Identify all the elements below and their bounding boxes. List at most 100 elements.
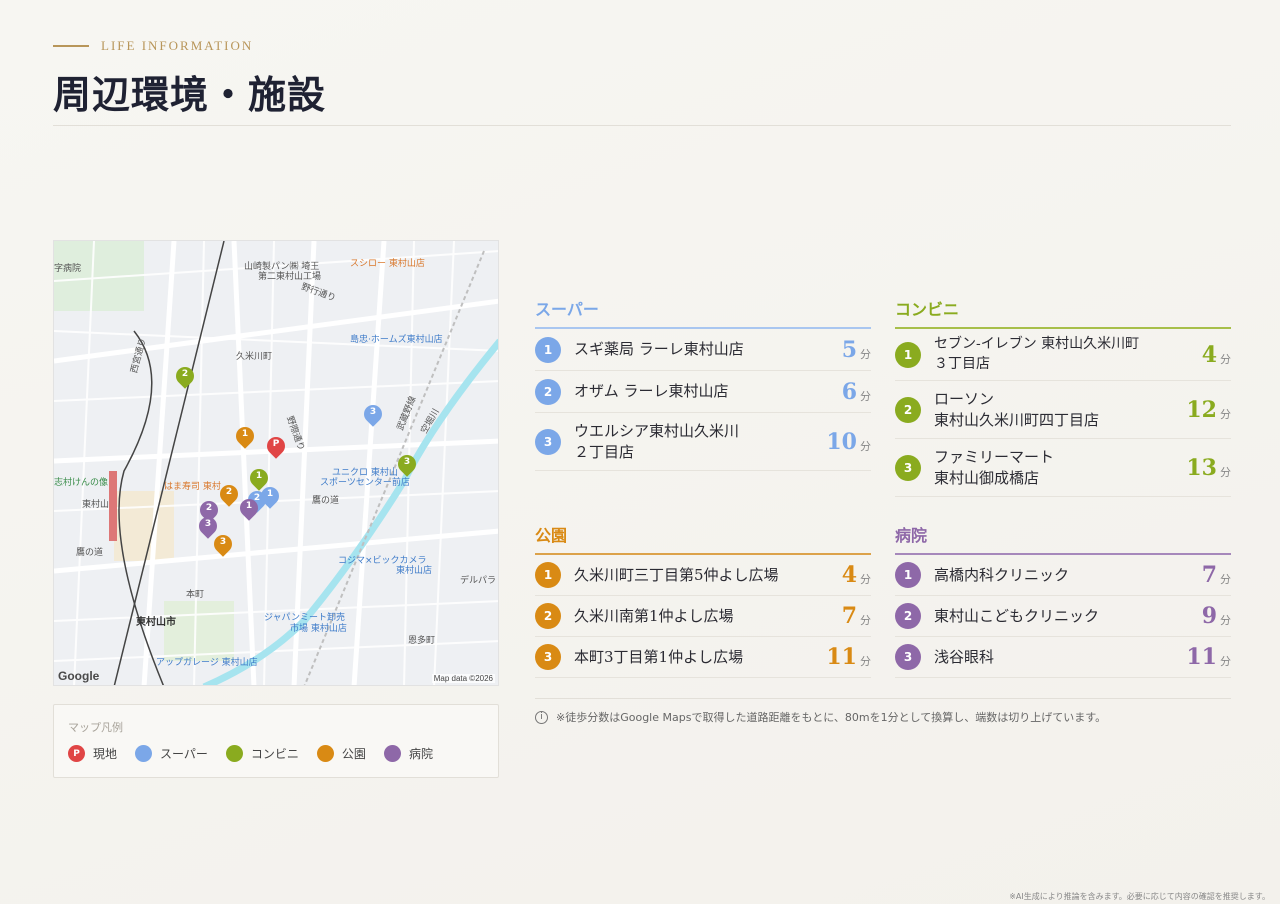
eyebrow-line	[53, 45, 89, 47]
list-item: 2 久米川南第1仲よし広場 7分	[535, 596, 871, 637]
legend-item-current: P 現地	[68, 745, 117, 762]
minutes-unit: 分	[860, 439, 871, 453]
map-pin-super-3[interactable]: 3	[360, 401, 386, 429]
map-label: はま寿司 東村	[164, 482, 221, 492]
legend-label: 現地	[93, 747, 118, 761]
pin-number: 1	[245, 501, 253, 511]
rank-badge: 2	[895, 603, 921, 629]
map-label: スポーツセンター前店	[320, 478, 410, 488]
google-logo: Google	[58, 669, 100, 683]
legend-dot	[135, 745, 153, 762]
list-item: 2 東村山こどもクリニック 9分	[895, 596, 1231, 637]
legend-item-super: スーパー	[135, 745, 208, 762]
rank-badge: 3	[895, 644, 921, 670]
page-title: 周辺環境・施設	[53, 72, 327, 117]
category-title: スーパー	[535, 296, 871, 329]
map-label: アップガレージ 東村山店	[156, 658, 258, 668]
facility-name: 久米川南第1仲よし広場	[574, 606, 734, 625]
legend-dot	[383, 745, 401, 762]
walk-minutes: 5	[841, 336, 857, 363]
minutes-unit: 分	[860, 389, 871, 403]
category-convenience: コンビニ 1 セブン-イレブン 東村山久米川町 ３丁目店 4分 2 ローソン 東…	[895, 296, 1231, 497]
map-pin-current[interactable]: P	[263, 433, 289, 461]
facility-name: スギ薬局 ラーレ東村山店	[574, 340, 744, 358]
pin-number: 2	[181, 369, 189, 379]
facility-name: 東村山こどもクリニック	[934, 606, 1100, 625]
map-label: ジャパンミート卸売	[264, 613, 346, 623]
pin-number: 1	[241, 429, 249, 439]
minutes-unit: 分	[860, 614, 871, 627]
pin-number: 2	[205, 503, 213, 513]
rank-badge: 1	[535, 336, 561, 363]
walk-minutes: 7	[841, 603, 857, 629]
pin-number: 2	[225, 487, 233, 497]
legend-label: 病院	[408, 747, 433, 761]
legend-label: コンビニ	[250, 747, 299, 761]
eyebrow-text: LIFE INFORMATION	[101, 38, 254, 53]
walk-minutes: 7	[1201, 562, 1217, 588]
map-pin-hospital-3[interactable]: 3	[195, 513, 221, 541]
rank-badge: 3	[535, 428, 561, 455]
map-pin-convenience-3[interactable]: 3	[394, 451, 420, 479]
map-legend: マップ凡例 P 現地 スーパー コンビニ 公園 病院	[53, 704, 499, 778]
list-item: 3 本町3丁目第1仲よし広場 11 分	[535, 637, 871, 678]
rank-badge: 3	[895, 454, 921, 481]
list-item: 2 ローソン 東村山久米川町四丁目店 12 分	[895, 381, 1231, 439]
map-label: 久米川町	[236, 352, 273, 362]
minutes-unit: 分	[860, 573, 871, 586]
category-title: 公園	[535, 522, 871, 555]
walk-minutes: 13	[1186, 454, 1217, 481]
map-pin-convenience-2[interactable]: 2	[172, 363, 198, 391]
legend-item-convenience: コンビニ	[225, 745, 299, 762]
minutes-unit: 分	[1220, 655, 1231, 668]
minutes-unit: 分	[860, 655, 871, 668]
walk-minutes: 9	[1201, 603, 1217, 629]
rank-badge: 2	[895, 396, 921, 423]
list-item: 1 高橋内科クリニック 7分	[895, 555, 1231, 596]
rank-badge: 2	[535, 378, 561, 405]
map-label: 字病院	[54, 264, 82, 274]
eyebrow: LIFE INFORMATION	[53, 38, 1231, 54]
minutes-unit: 分	[1220, 614, 1231, 627]
map-label: スシロー 東村山店	[350, 259, 425, 269]
category-title: 病院	[895, 522, 1231, 555]
category-super: スーパー 1 スギ薬局 ラーレ東村山店 5分 2 オザム ラーレ東村山店 6分 …	[535, 296, 871, 471]
facility-name: 本町3丁目第1仲よし広場	[574, 647, 744, 666]
page-header: LIFE INFORMATION 周辺環境・施設	[53, 38, 1231, 119]
rank-badge: 1	[895, 562, 921, 588]
pin-number: 3	[204, 519, 212, 529]
list-item: 3 ファミリーマート 東村山御成橋店 13 分	[895, 439, 1231, 497]
rank-badge: 1	[535, 562, 561, 588]
minutes-unit: 分	[1220, 465, 1231, 479]
facility-name: 高橋内科クリニック	[934, 565, 1070, 584]
walking-time-note: i ※徒歩分数はGoogle Mapsで取得した道路距離をもとに、80mを1分と…	[535, 698, 1231, 725]
facility-name: ローソン 東村山久米川町四丁目店	[934, 389, 1100, 429]
map-label: 鷹の道	[76, 548, 104, 558]
facility-name: ファミリーマート 東村山御成橋店	[934, 447, 1055, 487]
facility-name: 浅谷眼科	[934, 647, 995, 666]
map[interactable]: 山崎製パン㈱ 埼王 第二東村山工場 スシロー 東村山店 野行通り 島忠·ホームズ…	[53, 240, 499, 686]
minutes-unit: 分	[1220, 352, 1231, 366]
map-pin-convenience-1[interactable]: 1	[246, 465, 272, 493]
walk-minutes: 12	[1186, 396, 1217, 423]
facility-name: オザム ラーレ東村山店	[574, 382, 729, 400]
minutes-unit: 分	[1220, 407, 1231, 421]
legend-label: スーパー	[160, 747, 208, 761]
list-item: 3 ウエルシア東村山久米川 ２丁目店 10 分	[535, 413, 871, 471]
map-pin-park-2[interactable]: 2	[216, 481, 242, 509]
rank-badge: 3	[535, 644, 561, 670]
walk-minutes: 11	[1186, 644, 1217, 670]
legend-dot	[225, 745, 243, 762]
map-label: デルパラ	[460, 576, 497, 586]
minutes-unit: 分	[1220, 573, 1231, 586]
map-pin-park-1[interactable]: 1	[232, 423, 258, 451]
minutes-unit: 分	[860, 347, 871, 361]
map-label: 市場 東村山店	[290, 624, 347, 634]
pin-number: 3	[369, 407, 377, 417]
list-item: 3 浅谷眼科 11 分	[895, 637, 1231, 678]
walk-minutes: 10	[826, 428, 857, 455]
pin-number: 3	[403, 457, 411, 467]
list-item: 1 セブン-イレブン 東村山久米川町 ３丁目店 4分	[895, 329, 1231, 381]
map-pin-hospital-1[interactable]: 1	[236, 495, 262, 523]
rank-badge: 2	[535, 603, 561, 629]
